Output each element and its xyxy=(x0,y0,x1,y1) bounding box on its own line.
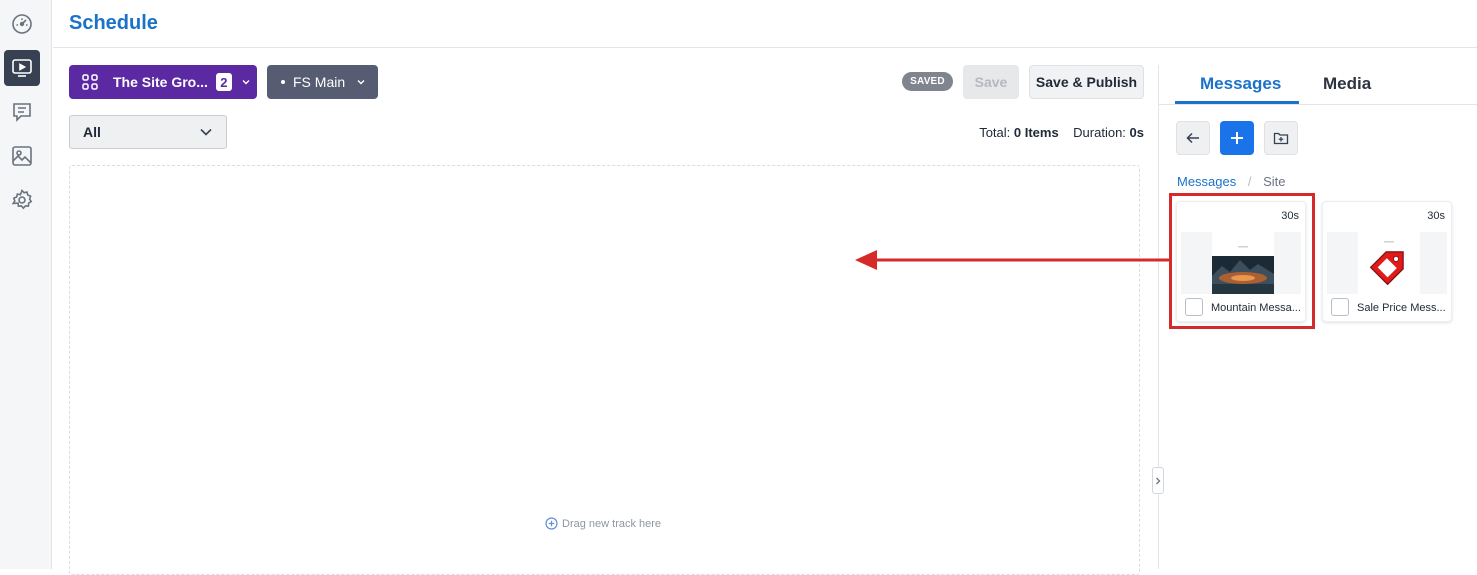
site-group-label: The Site Gro... xyxy=(113,74,208,90)
dashboard-icon[interactable] xyxy=(4,6,40,42)
duration-value: 0s xyxy=(1129,125,1144,140)
chevron-down-icon xyxy=(200,128,212,136)
media-icon[interactable] xyxy=(4,138,40,174)
message-duration: 30s xyxy=(1427,210,1445,222)
tab-messages[interactable]: Messages xyxy=(1200,74,1281,94)
highlight-box xyxy=(1169,193,1315,329)
breadcrumb-separator: / xyxy=(1247,174,1252,189)
library-tabs: Messages Media xyxy=(1159,65,1477,105)
nav-rail xyxy=(0,0,52,569)
message-card[interactable]: 30s Sale Price Mess... xyxy=(1322,201,1452,322)
save-button[interactable]: Save xyxy=(963,65,1019,99)
track-dropzone[interactable]: Drag new track here xyxy=(69,165,1140,575)
arrow-left-icon xyxy=(1186,132,1199,144)
filter-select[interactable]: All xyxy=(69,115,227,149)
duration-label: Duration: xyxy=(1073,125,1126,140)
panel-collapse-handle[interactable] xyxy=(1152,467,1164,494)
add-circle-icon xyxy=(545,517,558,530)
message-name: Sale Price Mess... xyxy=(1357,302,1446,314)
grid-icon xyxy=(82,74,98,90)
back-button[interactable] xyxy=(1176,121,1210,155)
saved-status-badge: SAVED xyxy=(902,72,953,91)
drop-hint-label: Drag new track here xyxy=(562,517,662,530)
save-and-publish-button[interactable]: Save & Publish xyxy=(1029,65,1144,99)
folder-plus-icon xyxy=(1273,132,1289,145)
filter-selected-value: All xyxy=(83,124,101,140)
drag-arrow-annotation xyxy=(855,250,1171,270)
total-value: 0 Items xyxy=(1013,125,1059,140)
breadcrumb: Messages / Site xyxy=(1177,174,1286,189)
bullet-icon xyxy=(281,80,285,84)
chevron-down-icon xyxy=(242,80,250,85)
active-tab-indicator xyxy=(1175,101,1299,104)
chevron-right-icon xyxy=(1156,477,1161,484)
breadcrumb-messages[interactable]: Messages xyxy=(1177,174,1236,189)
drop-hint[interactable]: Drag new track here xyxy=(545,517,661,530)
breadcrumb-current: Site xyxy=(1263,174,1286,189)
site-group-count-badge: 2 xyxy=(215,73,232,91)
tab-media[interactable]: Media xyxy=(1323,74,1371,94)
message-checkbox[interactable] xyxy=(1331,298,1349,316)
add-message-button[interactable] xyxy=(1220,121,1254,155)
settings-icon[interactable] xyxy=(4,182,40,218)
total-label: Total: xyxy=(979,125,1011,140)
channel-selector[interactable]: FS Main xyxy=(267,65,378,99)
page-title: Schedule xyxy=(69,12,158,34)
site-group-selector[interactable]: The Site Gro... 2 xyxy=(69,65,257,99)
schedule-totals: Total: 0 Items Duration: 0s xyxy=(979,125,1144,140)
new-folder-button[interactable] xyxy=(1264,121,1298,155)
screens-icon[interactable] xyxy=(4,50,40,86)
message-thumbnail xyxy=(1358,232,1420,294)
chevron-down-icon xyxy=(357,80,365,85)
page-header: Schedule xyxy=(53,0,1477,48)
messages-icon[interactable] xyxy=(4,94,40,130)
plus-icon xyxy=(1231,132,1243,144)
channel-label: FS Main xyxy=(293,74,346,90)
